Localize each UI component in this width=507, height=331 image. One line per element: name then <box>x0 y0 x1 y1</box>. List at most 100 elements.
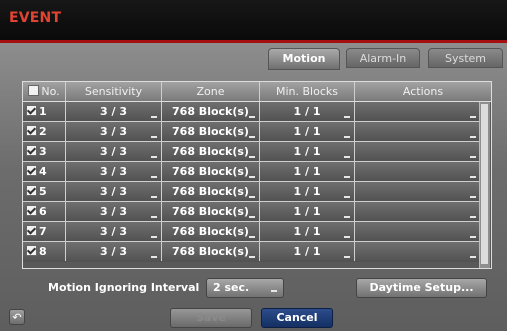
motion-event-table: No. Sensitivity Zone Min. Blocks Actions… <box>22 81 492 269</box>
table-header: No. Sensitivity Zone Min. Blocks Actions <box>23 82 491 102</box>
row-number: 4 <box>39 165 47 178</box>
sensitivity-value: 3 / 3 <box>100 165 127 178</box>
row-enable-checkbox[interactable] <box>26 225 37 236</box>
actions-cell[interactable] <box>355 182 481 201</box>
tab-motion[interactable]: Motion <box>268 48 340 70</box>
table-row: 6 3 / 3 768 Block(s) 1 / 1 <box>23 202 481 222</box>
zone-cell[interactable]: 768 Block(s) <box>162 242 260 261</box>
actions-cell[interactable] <box>355 142 481 161</box>
min-blocks-cell[interactable]: 1 / 1 <box>260 242 355 261</box>
sensitivity-value: 3 / 3 <box>100 145 127 158</box>
zone-cell[interactable]: 768 Block(s) <box>162 122 260 141</box>
min-blocks-value: 1 / 1 <box>293 205 321 218</box>
sensitivity-cell[interactable]: 3 / 3 <box>66 202 162 221</box>
table-scrollbar[interactable] <box>479 102 490 268</box>
sensitivity-cell[interactable]: 3 / 3 <box>66 242 162 261</box>
actions-cell[interactable] <box>355 242 481 261</box>
back-arrow-icon[interactable]: ↶ <box>9 309 25 325</box>
motion-ignoring-interval-select[interactable]: 2 sec. <box>206 278 284 298</box>
dropdown-indicator-icon <box>470 256 476 258</box>
dropdown-indicator-icon <box>249 116 255 118</box>
scrollbar-thumb[interactable] <box>481 104 488 264</box>
row-enable-checkbox[interactable] <box>26 165 37 176</box>
min-blocks-cell[interactable]: 1 / 1 <box>260 102 355 121</box>
row-enable-checkbox[interactable] <box>26 145 37 156</box>
zone-value: 768 Block(s) <box>172 145 249 158</box>
table-row: 4 3 / 3 768 Block(s) 1 / 1 <box>23 162 481 182</box>
dropdown-indicator-icon <box>151 196 157 198</box>
sensitivity-cell[interactable]: 3 / 3 <box>66 182 162 201</box>
min-blocks-cell[interactable]: 1 / 1 <box>260 142 355 161</box>
header-no[interactable]: No. <box>23 82 66 101</box>
zone-cell[interactable]: 768 Block(s) <box>162 202 260 221</box>
row-number-cell[interactable]: 1 <box>23 102 66 121</box>
row-enable-checkbox[interactable] <box>26 105 37 116</box>
sensitivity-value: 3 / 3 <box>100 185 127 198</box>
zone-cell[interactable]: 768 Block(s) <box>162 182 260 201</box>
row-enable-checkbox[interactable] <box>26 125 37 136</box>
chevron-down-icon <box>271 290 277 292</box>
dropdown-indicator-icon <box>470 136 476 138</box>
row-number-cell[interactable]: 2 <box>23 122 66 141</box>
dropdown-indicator-icon <box>344 156 350 158</box>
dropdown-indicator-icon <box>151 256 157 258</box>
row-number-cell[interactable]: 7 <box>23 222 66 241</box>
actions-cell[interactable] <box>355 102 481 121</box>
row-number: 1 <box>39 105 47 118</box>
actions-cell[interactable] <box>355 162 481 181</box>
min-blocks-cell[interactable]: 1 / 1 <box>260 222 355 241</box>
header-no-label: No. <box>41 85 60 98</box>
zone-cell[interactable]: 768 Block(s) <box>162 142 260 161</box>
select-all-checkbox[interactable] <box>28 85 40 96</box>
sensitivity-value: 3 / 3 <box>100 225 127 238</box>
dropdown-indicator-icon <box>151 116 157 118</box>
actions-cell[interactable] <box>355 202 481 221</box>
dropdown-indicator-icon <box>344 236 350 238</box>
header-sensitivity: Sensitivity <box>66 82 162 101</box>
row-number-cell[interactable]: 5 <box>23 182 66 201</box>
dropdown-indicator-icon <box>151 136 157 138</box>
min-blocks-cell[interactable]: 1 / 1 <box>260 182 355 201</box>
min-blocks-cell[interactable]: 1 / 1 <box>260 122 355 141</box>
sensitivity-cell[interactable]: 3 / 3 <box>66 102 162 121</box>
sensitivity-cell[interactable]: 3 / 3 <box>66 122 162 141</box>
sensitivity-cell[interactable]: 3 / 3 <box>66 222 162 241</box>
actions-cell[interactable] <box>355 122 481 141</box>
tab-system[interactable]: System <box>428 48 503 68</box>
dropdown-indicator-icon <box>344 136 350 138</box>
row-number-cell[interactable]: 8 <box>23 242 66 261</box>
row-number-cell[interactable]: 3 <box>23 142 66 161</box>
header-min-blocks: Min. Blocks <box>260 82 355 101</box>
zone-value: 768 Block(s) <box>172 225 249 238</box>
dropdown-indicator-icon <box>344 116 350 118</box>
sensitivity-cell[interactable]: 3 / 3 <box>66 162 162 181</box>
table-row: 2 3 / 3 768 Block(s) 1 / 1 <box>23 122 481 142</box>
zone-value: 768 Block(s) <box>172 245 249 258</box>
save-button[interactable]: Save <box>170 308 252 328</box>
row-enable-checkbox[interactable] <box>26 205 37 216</box>
zone-cell[interactable]: 768 Block(s) <box>162 222 260 241</box>
daytime-setup-button[interactable]: Daytime Setup... <box>356 278 487 298</box>
actions-cell[interactable] <box>355 222 481 241</box>
event-dialog: EVENT Motion Alarm-In System No. Sensiti… <box>0 0 507 331</box>
dropdown-indicator-icon <box>249 216 255 218</box>
min-blocks-cell[interactable]: 1 / 1 <box>260 162 355 181</box>
row-enable-checkbox[interactable] <box>26 245 37 256</box>
cancel-button[interactable]: Cancel <box>261 308 333 328</box>
dropdown-indicator-icon <box>151 176 157 178</box>
row-number: 5 <box>39 185 47 198</box>
sensitivity-value: 3 / 3 <box>100 245 127 258</box>
row-enable-checkbox[interactable] <box>26 185 37 196</box>
zone-cell[interactable]: 768 Block(s) <box>162 162 260 181</box>
dropdown-indicator-icon <box>344 176 350 178</box>
tab-alarm-in[interactable]: Alarm-In <box>346 48 420 68</box>
row-number-cell[interactable]: 6 <box>23 202 66 221</box>
zone-cell[interactable]: 768 Block(s) <box>162 102 260 121</box>
row-number: 6 <box>39 205 47 218</box>
dropdown-indicator-icon <box>344 256 350 258</box>
row-number-cell[interactable]: 4 <box>23 162 66 181</box>
dropdown-indicator-icon <box>249 156 255 158</box>
header-actions: Actions <box>402 85 444 98</box>
min-blocks-cell[interactable]: 1 / 1 <box>260 202 355 221</box>
sensitivity-cell[interactable]: 3 / 3 <box>66 142 162 161</box>
